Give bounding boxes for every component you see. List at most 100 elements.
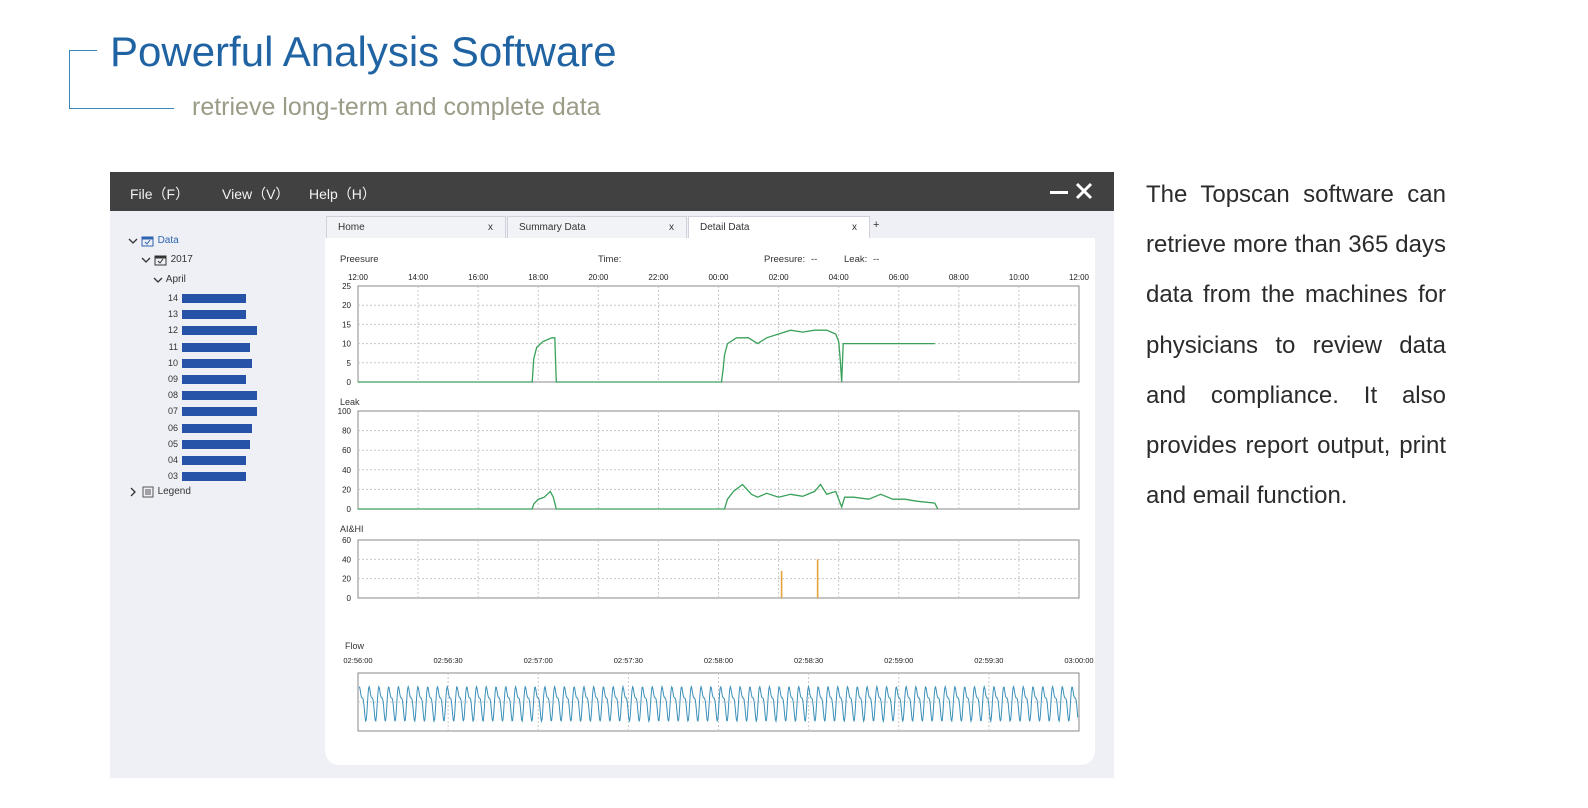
x-tick-label: 02:56:30	[434, 656, 463, 665]
x-tick-label: 22:00	[648, 273, 669, 282]
x-tick-label: 02:00	[769, 273, 790, 282]
x-tick-label: 02:57:30	[614, 656, 643, 665]
description-text: The Topscan software can retrieve more t…	[1146, 181, 1446, 510]
day-label: 04	[168, 455, 179, 465]
tab-detail-data[interactable]: Detail Data x	[688, 216, 870, 239]
day-usage-bar	[182, 310, 246, 320]
day-label: 03	[168, 471, 179, 482]
title-bracket-line	[69, 50, 70, 108]
x-tick-label: 18:00	[528, 273, 549, 282]
day-usage-bar	[182, 472, 246, 482]
tab-summary-data[interactable]: Summary Data x	[507, 216, 687, 238]
day-usage-bar	[182, 439, 250, 449]
tree-label-legend: Legend	[157, 486, 191, 497]
calendar-icon	[154, 255, 167, 266]
y-tick-label: 0	[347, 378, 352, 387]
title-bracket-top	[69, 50, 97, 51]
y-tick-label: 60	[342, 446, 351, 455]
x-tick-label: 00:00	[708, 273, 729, 282]
data-tree: Data 2017 April 14 13 12 11 10 09 08 07 06 05 04 03…	[110, 211, 322, 778]
day-label: 09	[168, 374, 179, 384]
day-usage-bar	[182, 391, 257, 401]
y-tick-label: 20	[342, 301, 351, 310]
chevron-down-icon	[153, 277, 163, 283]
day-usage-bar	[182, 423, 252, 433]
menu-bar: File（F） View（V） Help（H）	[110, 172, 1114, 211]
x-tick-label: 02:58:30	[794, 656, 823, 665]
add-tab-button[interactable]: +	[873, 219, 879, 231]
y-tick-label: 40	[342, 555, 351, 564]
page-subtitle: retrieve long-term and complete data	[192, 93, 601, 121]
day-usage-bar	[182, 294, 246, 303]
close-button[interactable]	[1073, 179, 1095, 203]
leak-chart-title: Leak	[340, 397, 360, 407]
y-tick-label: 40	[342, 466, 351, 475]
x-tick-label: 04:00	[829, 273, 850, 282]
day-usage-bar	[182, 407, 257, 417]
tab-close-button[interactable]: x	[669, 217, 674, 239]
calendar-icon	[141, 236, 154, 247]
menu-view[interactable]: View（V）	[222, 184, 289, 204]
x-tick-label: 02:57:00	[524, 656, 553, 665]
app-window: File（F） View（V） Help（H） Data 2017 April …	[110, 172, 1114, 778]
day-label: 14	[168, 293, 179, 303]
tree-item-data[interactable]: Data	[128, 234, 179, 248]
y-tick-label: 100	[338, 407, 352, 416]
minimize-button[interactable]	[1048, 179, 1070, 203]
day-label: 07	[168, 406, 179, 417]
tab-summary-label: Summary Data	[519, 222, 586, 233]
y-tick-label: 5	[347, 359, 352, 368]
tree-label-year: 2017	[170, 254, 193, 265]
x-tick-label: 20:00	[588, 273, 609, 282]
tab-close-button[interactable]: x	[852, 217, 857, 239]
day-usage-bar	[182, 375, 246, 384]
day-label: 11	[168, 341, 178, 352]
y-tick-label: 15	[342, 320, 351, 329]
day-label: 13	[168, 309, 179, 320]
tab-detail-label: Detail Data	[700, 222, 750, 233]
x-tick-label: 16:00	[468, 273, 489, 282]
chevron-down-icon	[128, 238, 138, 244]
x-tick-label: 02:59:00	[884, 656, 913, 665]
tree-item-month[interactable]: April	[153, 273, 186, 287]
y-tick-label: 20	[342, 575, 351, 584]
y-tick-label: 0	[347, 594, 352, 603]
x-tick-label: 12:00	[348, 273, 369, 282]
y-tick-label: 20	[342, 485, 351, 494]
tree-item-legend[interactable]: Legend	[128, 485, 191, 499]
tree-item-year[interactable]: 2017	[141, 253, 193, 267]
tab-home-label: Home	[338, 222, 365, 233]
title-bracket-bottom	[69, 108, 174, 109]
x-tick-label: 10:00	[1009, 273, 1030, 282]
x-tick-label: 12:00	[1069, 273, 1090, 282]
y-tick-label: 25	[342, 282, 351, 291]
menu-help[interactable]: Help（H）	[309, 184, 376, 204]
day-label: 12	[168, 325, 179, 336]
menu-file[interactable]: File（F）	[130, 184, 189, 204]
page-title: Powerful Analysis Software	[110, 28, 617, 75]
y-tick-label: 0	[347, 505, 352, 514]
flow-chart-title: Flow	[345, 641, 365, 651]
tree-label-data: Data	[157, 235, 179, 246]
day-usage-bar	[182, 326, 257, 336]
x-tick-label: 02:58:00	[704, 656, 733, 665]
x-tick-label: 02:56:00	[343, 656, 372, 665]
charts-area: 12:00 14:00 16:00 18:00 20:00 22:00 00:00 02:00…	[338, 273, 1094, 732]
chevron-right-icon	[130, 487, 136, 497]
tab-close-button[interactable]: x	[488, 217, 493, 239]
day-usage-bar	[182, 456, 246, 465]
day-usage-bar	[182, 358, 252, 368]
x-tick-label: 03:00:00	[1064, 656, 1093, 665]
close-icon	[1075, 182, 1093, 200]
day-label: 05	[168, 438, 179, 449]
day-label: 10	[168, 357, 179, 368]
document-icon	[142, 486, 154, 498]
day-label: 08	[168, 390, 179, 401]
tab-home[interactable]: Home x	[326, 216, 506, 238]
chevron-down-icon	[141, 257, 151, 263]
tree-label-month: April	[165, 274, 186, 285]
y-tick-label: 80	[342, 427, 351, 436]
day-label: 06	[168, 422, 179, 433]
day-usage-bar	[182, 342, 250, 352]
y-tick-label: 10	[342, 340, 351, 349]
